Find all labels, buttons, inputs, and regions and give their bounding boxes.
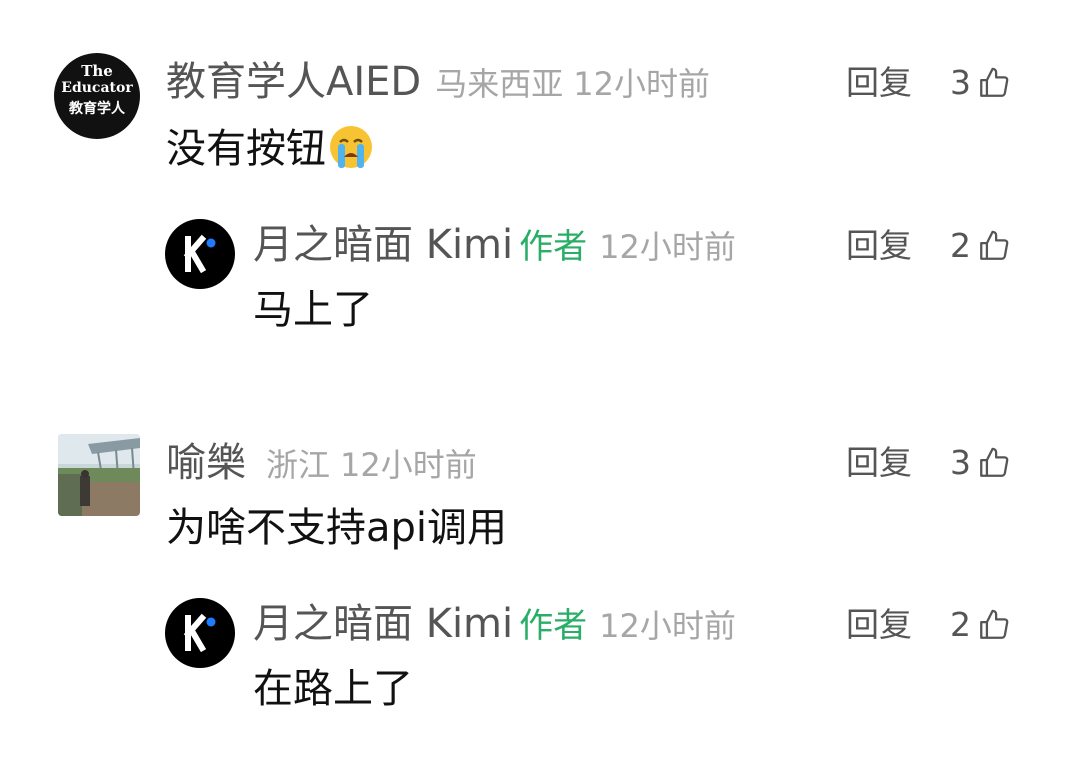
avatar-educator[interactable]: The Educator 教育学人 [54, 53, 140, 139]
thumbs-up-icon [980, 67, 1009, 97]
author-name[interactable]: 月之暗面 Kimi [253, 222, 513, 268]
kimi-logo-icon [183, 234, 216, 274]
reply-header: 月之暗面 Kimi 作者 12小时前 [253, 221, 736, 271]
thumbs-up-icon [980, 609, 1009, 639]
like-button[interactable]: 2 [950, 603, 1011, 647]
author-badge: 作者 [519, 227, 588, 267]
location-text: 马来西亚 [435, 65, 564, 103]
like-button[interactable]: 2 [950, 224, 1011, 268]
timestamp: 12小时前 [340, 446, 477, 484]
author-badge: 作者 [519, 606, 588, 646]
comment-header: 喻樂 浙江 12小时前 [166, 439, 477, 489]
author-name[interactable]: 月之暗面 Kimi [253, 601, 513, 647]
timestamp: 12小时前 [573, 65, 710, 103]
thumbs-up-icon [980, 447, 1009, 477]
author-name[interactable]: 教育学人AIED [166, 59, 421, 105]
reply-button[interactable]: 回复 [846, 603, 912, 647]
reply-button[interactable]: 回复 [846, 441, 912, 485]
timestamp: 12小时前 [599, 607, 736, 645]
reply-button[interactable]: 回复 [846, 61, 912, 105]
comment-text: 没有按钮 [166, 124, 374, 173]
location-text: 浙江 [266, 446, 331, 484]
like-count: 2 [950, 605, 971, 644]
like-count: 3 [950, 443, 971, 482]
reply-text: 马上了 [253, 287, 373, 333]
crying-face-icon [330, 126, 372, 168]
author-name[interactable]: 喻樂 [166, 440, 246, 486]
comment-text: 为啥不支持api调用 [166, 505, 508, 551]
timestamp: 12小时前 [599, 228, 736, 266]
like-count: 3 [950, 63, 971, 102]
avatar-kimi[interactable] [165, 598, 235, 668]
reply-header: 月之暗面 Kimi 作者 12小时前 [253, 600, 736, 650]
comment-header: 教育学人AIED 马来西亚 12小时前 [166, 58, 710, 108]
thumbs-up-icon [980, 230, 1009, 260]
avatar-photo[interactable] [58, 434, 140, 516]
like-count: 2 [950, 226, 971, 265]
avatar-kimi[interactable] [165, 219, 235, 289]
avatar-photo-image [58, 434, 140, 516]
like-button[interactable]: 3 [950, 61, 1011, 105]
reply-text: 在路上了 [253, 666, 413, 712]
reply-button[interactable]: 回复 [846, 224, 912, 268]
like-button[interactable]: 3 [950, 441, 1011, 485]
kimi-logo-icon [183, 613, 216, 653]
